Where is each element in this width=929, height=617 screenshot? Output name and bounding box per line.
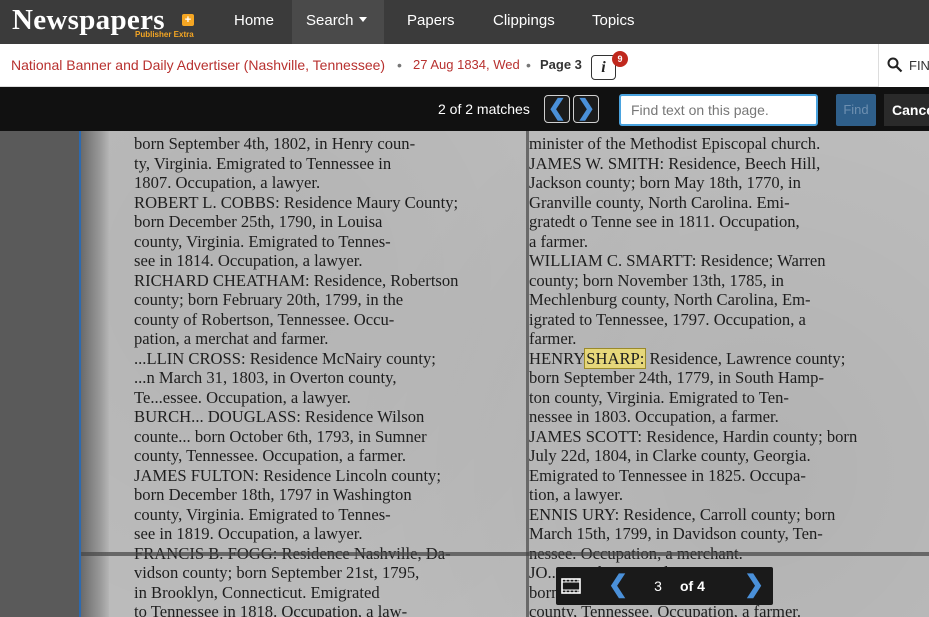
- chevron-down-icon: [358, 17, 367, 23]
- nav-search-label: Search: [306, 12, 354, 29]
- article-line: gratedt o Tenne see in 1811. Occupation,: [529, 212, 800, 231]
- article-line: to Tennessee in 1818. Occupation, a law-: [134, 602, 408, 617]
- article-line: Jackson county; born May 18th, 1770, in: [529, 173, 801, 192]
- article-line: July 22d, 1804, in Clarke county, Georgi…: [529, 446, 811, 465]
- newspaper-page-image[interactable]: born September 4th, 1802, in Henry coun-…: [81, 131, 929, 617]
- article-line: ty, Virginia. Emigrated to Tennessee in: [134, 153, 392, 173]
- article-line: minister of the Methodist Episcopal chur…: [529, 134, 821, 153]
- article-line: see in 1819. Occupation, a lawyer.: [134, 524, 363, 543]
- page-gutter: [81, 131, 109, 617]
- article-line: ...LLIN CROSS: Residence McNairy county;: [134, 348, 436, 368]
- article-line: a farmer.: [529, 231, 588, 251]
- article-line: born September 24th, 1779, in South Hamp…: [529, 368, 824, 387]
- breadcrumb-separator: •: [526, 57, 531, 73]
- article-line: WILLIAM C. SMARTT: Residence; Warren: [529, 251, 826, 270]
- find-on-page-button[interactable]: FIN: [878, 44, 929, 87]
- cancel-button[interactable]: Cance: [884, 94, 929, 126]
- date-link[interactable]: 27 Aug 1834, Wed: [413, 57, 520, 72]
- find-text-input[interactable]: [619, 94, 818, 126]
- article-line: igrated to Tennessee, 1797. Occupation, …: [529, 309, 806, 329]
- find-label: FIN: [909, 58, 929, 73]
- article-line: see in 1814. Occupation, a lawyer.: [134, 251, 363, 270]
- search-icon: [887, 57, 903, 73]
- next-match-button[interactable]: ❯: [573, 95, 599, 123]
- previous-match-button[interactable]: ❮: [544, 95, 570, 123]
- article-line: ENNIS URY: Residence, Carroll county; bo…: [529, 504, 836, 524]
- publication-link[interactable]: National Banner and Daily Advertiser (Na…: [11, 57, 385, 73]
- article-line: born September 4th, 1802, in Henry coun-: [134, 134, 416, 153]
- article-line: born December 25th, 1790, in Louisa: [134, 212, 383, 231]
- article-line: BURCH... DOUGLASS: Residence Wilson: [134, 407, 425, 426]
- article-line-rest: Residence, Lawrence county;: [645, 348, 846, 368]
- viewer-margin: [0, 131, 80, 617]
- article-line: tion, a lawyer.: [529, 485, 624, 504]
- article-line: HENRYSHARP: Residence, Lawrence county;: [529, 347, 927, 369]
- match-count: 2 of 2 matches: [438, 101, 530, 117]
- article-line: JAMES W. SMITH: Residence, Beech Hill,: [529, 153, 821, 173]
- article-line: county, Tennessee. Occupation, a farmer.: [134, 446, 407, 465]
- logo-plus-icon: +: [182, 14, 194, 26]
- find-bar: 2 of 2 matches ❮ ❯ Find Cance: [0, 87, 929, 131]
- nav-topics[interactable]: Topics: [578, 0, 649, 44]
- article-line: ...n March 31, 1803, in Overton county,: [134, 368, 397, 387]
- article-line: Emigrated to Tennessee in 1825. Occupa-: [529, 465, 806, 485]
- article-line: county, Virginia. Emigrated to Tennes-: [134, 504, 391, 524]
- article-line: RICHARD CHEATHAM: Residence, Robertson: [134, 270, 459, 290]
- article-line: Te...essee. Occupation, a lawyer.: [134, 387, 351, 407]
- article-line: Mechlenburg county, North Carolina, Em-: [529, 290, 811, 309]
- previous-page-button[interactable]: ❮: [608, 570, 628, 600]
- logo-subtitle: Publisher Extra: [135, 30, 194, 39]
- article-line: JAMES FULTON: Residence Lincoln county;: [134, 465, 441, 485]
- article-line: nessee in 1803. Occupation, a farmer.: [529, 407, 779, 426]
- article-line: county, Virginia. Emigrated to Tennes-: [134, 231, 391, 251]
- find-button[interactable]: Find: [836, 94, 876, 126]
- article-column-right: minister of the Methodist Episcopal chur…: [529, 134, 927, 617]
- article-line: JAMES SCOTT: Residence, Hardin county; b…: [529, 426, 858, 446]
- breadcrumb: National Banner and Daily Advertiser (Na…: [0, 44, 929, 87]
- article-line-start: HENRY: [529, 348, 586, 368]
- nav-search[interactable]: Search: [292, 0, 384, 44]
- article-line: vidson county; born September 21st, 1795…: [134, 563, 420, 582]
- article-line: ROBERT L. COBBS: Residence Maury County;: [134, 192, 459, 212]
- film-strip-icon[interactable]: [560, 575, 582, 597]
- search-match-highlight[interactable]: SHARP:: [584, 347, 647, 369]
- article-line: county of Robertson, Tennessee. Occu-: [134, 309, 395, 329]
- info-count-badge: 9: [612, 51, 628, 67]
- article-line: 1807. Occupation, a lawyer.: [134, 173, 321, 192]
- page-viewer[interactable]: born September 4th, 1802, in Henry coun-…: [0, 131, 929, 617]
- top-nav: Newspapers + Publisher Extra Home Search…: [0, 0, 929, 44]
- nav-papers[interactable]: Papers: [393, 0, 469, 44]
- current-page-number[interactable]: 3: [643, 575, 673, 597]
- newspapers-logo[interactable]: Newspapers + Publisher Extra: [12, 2, 202, 42]
- next-page-button[interactable]: ❯: [744, 570, 764, 600]
- page-navigator: ❮ 3 of 4 ❯: [556, 567, 773, 605]
- article-column-left: born September 4th, 1802, in Henry coun-…: [134, 134, 526, 617]
- article-line: county; born November 13th, 1785, in: [529, 270, 784, 290]
- page-label: Page 3: [540, 57, 582, 72]
- nav-home[interactable]: Home: [220, 0, 288, 44]
- article-line: March 15th, 1799, in Davidson county, Te…: [529, 524, 823, 543]
- nav-clippings[interactable]: Clippings: [479, 0, 569, 44]
- article-line: in Brooklyn, Connecticut. Emigrated: [134, 582, 380, 602]
- article-line: born December 18th, 1797 in Washington: [134, 485, 412, 504]
- article-line: counte... born October 6th, 1793, in Sum…: [134, 426, 427, 446]
- article-line: pation, a merchat and farmer.: [134, 329, 329, 348]
- article-line: county; born February 20th, 1799, in the: [134, 290, 404, 309]
- page-fold: [81, 552, 929, 556]
- page-total: of 4: [680, 578, 705, 594]
- article-line: farmer.: [529, 329, 577, 348]
- article-line: ton county, Virginia. Emigrated to Ten-: [529, 387, 789, 407]
- article-line: Granville county, North Carolina. Emi-: [529, 192, 790, 212]
- breadcrumb-separator: •: [397, 57, 402, 73]
